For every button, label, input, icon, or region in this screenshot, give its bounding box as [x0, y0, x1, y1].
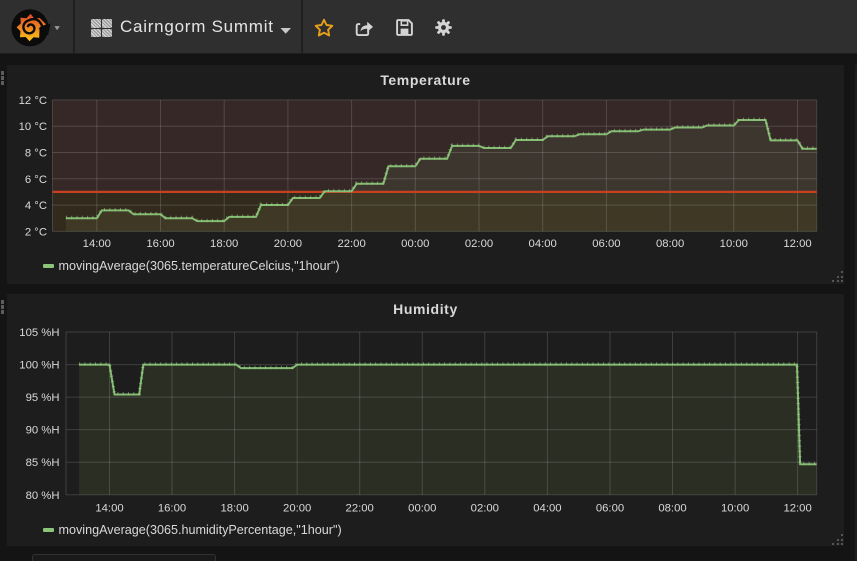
- svg-text:08:00: 08:00: [658, 503, 686, 515]
- svg-text:04:00: 04:00: [533, 503, 561, 515]
- svg-text:04:00: 04:00: [529, 238, 557, 250]
- svg-text:4 °C: 4 °C: [25, 200, 47, 212]
- svg-text:22:00: 22:00: [346, 503, 374, 515]
- svg-text:02:00: 02:00: [465, 238, 493, 250]
- svg-text:12 °C: 12 °C: [19, 95, 47, 107]
- svg-text:14:00: 14:00: [83, 238, 111, 250]
- svg-text:06:00: 06:00: [592, 238, 620, 250]
- svg-text:100 %H: 100 %H: [19, 360, 59, 372]
- svg-text:16:00: 16:00: [158, 503, 186, 515]
- svg-text:00:00: 00:00: [401, 238, 429, 250]
- svg-text:12:00: 12:00: [783, 503, 811, 515]
- svg-text:18:00: 18:00: [210, 238, 238, 250]
- svg-text:6 °C: 6 °C: [25, 174, 47, 186]
- svg-text:85 %H: 85 %H: [26, 457, 60, 469]
- svg-text:10:00: 10:00: [721, 503, 749, 515]
- svg-text:105 %H: 105 %H: [19, 327, 59, 339]
- svg-text:12:00: 12:00: [783, 238, 811, 250]
- svg-text:02:00: 02:00: [471, 503, 499, 515]
- svg-text:20:00: 20:00: [274, 238, 302, 250]
- svg-text:95 %H: 95 %H: [26, 392, 60, 404]
- svg-text:14:00: 14:00: [95, 503, 123, 515]
- svg-text:2 °C: 2 °C: [25, 226, 47, 238]
- svg-text:00:00: 00:00: [408, 503, 436, 515]
- svg-text:18:00: 18:00: [220, 503, 248, 515]
- svg-text:10 °C: 10 °C: [19, 121, 47, 133]
- svg-text:90 %H: 90 %H: [26, 425, 60, 437]
- svg-text:80 %H: 80 %H: [26, 490, 60, 502]
- svg-text:22:00: 22:00: [337, 238, 365, 250]
- svg-text:10:00: 10:00: [720, 238, 748, 250]
- svg-text:06:00: 06:00: [596, 503, 624, 515]
- svg-text:20:00: 20:00: [283, 503, 311, 515]
- svg-text:16:00: 16:00: [146, 238, 174, 250]
- svg-text:08:00: 08:00: [656, 238, 684, 250]
- svg-text:8 °C: 8 °C: [25, 148, 47, 160]
